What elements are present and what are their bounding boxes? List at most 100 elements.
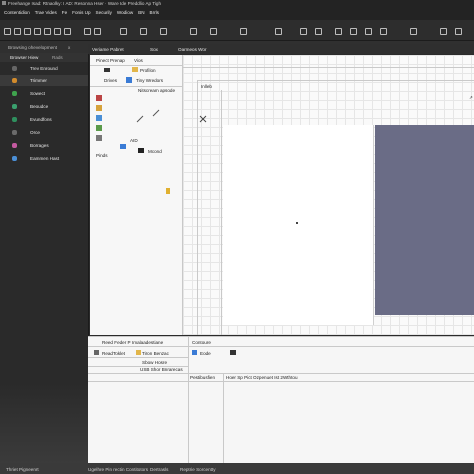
list-item[interactable]: Sowect xyxy=(0,88,88,99)
link-icon xyxy=(152,109,160,117)
cross-icon xyxy=(199,115,207,123)
list-item-label: Borrages xyxy=(30,143,49,148)
list-icon xyxy=(192,350,197,355)
divider xyxy=(223,373,224,464)
toolbar-icon[interactable] xyxy=(84,28,91,35)
toolbar-icon[interactable] xyxy=(315,28,322,35)
toolbar-icon[interactable] xyxy=(380,28,387,35)
menu-item[interactable]: BN xyxy=(138,10,144,17)
list-item[interactable]: Eammen Hast xyxy=(0,153,88,164)
toolbar-icon[interactable] xyxy=(300,28,307,35)
left-panel: Browser Hiew Rads Trev Enround Trimmer S… xyxy=(0,53,89,463)
divider xyxy=(188,337,189,464)
title-bar: Freehange Isad: Rtnaolky: I AD: Resonna … xyxy=(0,0,474,20)
tab-oarmeos[interactable]: Oarmeos Wor xyxy=(178,47,207,52)
toolbar-icon[interactable] xyxy=(240,28,247,35)
artboard[interactable] xyxy=(223,125,374,325)
tab-browser-view[interactable]: Browser Hiew xyxy=(10,55,38,60)
divider xyxy=(88,373,474,374)
row-label[interactable]: Tiron Benzac xyxy=(142,351,169,356)
file-icon xyxy=(96,125,102,131)
tree-row-label[interactable]: Drives xyxy=(104,78,117,83)
toolbar-icon[interactable] xyxy=(275,28,282,35)
toolbar-icon[interactable] xyxy=(140,28,147,35)
toolbar-icon[interactable] xyxy=(210,28,217,35)
file-icon xyxy=(138,148,144,153)
tab-sox[interactable]: Sox xyxy=(150,47,158,52)
tree-row-label[interactable]: Tiny Wredors xyxy=(136,78,163,83)
toolbar-icon[interactable] xyxy=(94,28,101,35)
app-icon xyxy=(2,1,6,5)
list-item-label: Trimmer xyxy=(30,78,47,83)
toolbar-icon[interactable] xyxy=(365,28,372,35)
row-label: Hoer Sp Pict Ozpenuet Ist 2Wthtou xyxy=(226,375,298,380)
toolbar-icon[interactable] xyxy=(4,28,11,35)
tab-veriame[interactable]: Veriame Pabret xyxy=(92,47,124,52)
list-item[interactable]: Orce xyxy=(0,127,88,138)
toolbar-icon[interactable] xyxy=(160,28,167,35)
list-item-label: Trev Enround xyxy=(30,66,58,71)
toolbar-icon[interactable] xyxy=(64,28,71,35)
menu-item[interactable]: Contentidion xyxy=(4,10,30,17)
divider xyxy=(88,357,188,358)
toolbar-icon[interactable] xyxy=(24,28,31,35)
canvas[interactable]: Inlleb ↗ xyxy=(183,55,474,335)
menu-item[interactable]: Trae Vides xyxy=(35,10,57,17)
toolbar-icon[interactable] xyxy=(190,28,197,35)
row-label[interactable]: USB Shor Bnrarecas xyxy=(140,367,183,372)
status-item: Dertrasls xyxy=(150,467,169,472)
expand-icon[interactable]: ↗ xyxy=(469,95,473,100)
toolbar-icon[interactable] xyxy=(335,28,342,35)
item-icon xyxy=(12,78,17,83)
row-label[interactable]: ReadToklet xyxy=(102,351,125,356)
toolbar-icon[interactable] xyxy=(440,28,447,35)
toolbar-icon[interactable] xyxy=(410,28,417,35)
toolbar-icon[interactable] xyxy=(34,28,41,35)
tree-row-label[interactable]: Nitscream apsode xyxy=(138,88,175,93)
list-icon xyxy=(230,350,236,355)
toolbar-icon[interactable] xyxy=(455,28,462,35)
menu-item[interactable]: Wodiow xyxy=(117,10,133,17)
cursor-icon xyxy=(166,188,170,194)
toolbar-icon[interactable] xyxy=(14,28,21,35)
project-tab-views[interactable]: Vios xyxy=(134,58,143,63)
toolbar-icon[interactable] xyxy=(350,28,357,35)
list-item[interactable]: Beoudce xyxy=(0,101,88,112)
menu-item[interactable]: Securily xyxy=(96,10,112,17)
menu-item[interactable]: Fonis Up xyxy=(72,10,90,17)
toolbar-icon[interactable] xyxy=(44,28,51,35)
tree-row-label[interactable]: Profilon xyxy=(140,68,156,73)
footer-label: AID xyxy=(130,138,138,143)
menu-item[interactable]: Brrls xyxy=(150,10,159,17)
tab-reed-feder[interactable]: Reed Feder P xyxy=(102,340,131,345)
panel-tabs: Veriame Pabret Sox Oarmeos Wor xyxy=(88,44,474,54)
status-item: Reptrie Sorcentty xyxy=(180,467,216,472)
file-icon xyxy=(120,144,126,149)
item-icon xyxy=(12,156,17,161)
subtoolbar-label: Browsing ohevelopment xyxy=(8,45,58,50)
ruler-left xyxy=(221,90,222,335)
toolbar-icon[interactable] xyxy=(104,68,110,72)
file-icon xyxy=(96,105,102,111)
menu-item[interactable]: Fe xyxy=(62,10,67,17)
item-icon xyxy=(12,130,17,135)
tab-rads[interactable]: Rads xyxy=(52,55,63,60)
list-item[interactable]: Trev Enround xyxy=(0,63,88,74)
tab-contoure[interactable]: Contoure xyxy=(192,340,211,345)
row-label[interactable]: Sbow Hosre xyxy=(142,360,167,365)
row-label[interactable]: Eode xyxy=(200,351,211,356)
folder-icon xyxy=(132,67,138,72)
tab-imala[interactable]: Imalaadestiane xyxy=(132,340,163,345)
footer-label: Pinds xyxy=(96,153,108,158)
menu-bar: Contentidion Trae Vides Fe Fonis Up Secu… xyxy=(4,10,159,17)
list-item[interactable]: Evundfons xyxy=(0,114,88,125)
toolbar-icon[interactable] xyxy=(54,28,61,35)
project-panel: Pinect Prenap Vios Profilon Drives Tiny … xyxy=(90,55,183,335)
list-item[interactable]: Borrages xyxy=(0,140,88,151)
list-item[interactable]: Trimmer xyxy=(0,75,88,86)
list-item-label: Evundfons xyxy=(30,117,52,122)
image-placeholder[interactable] xyxy=(375,125,474,315)
toolbar-icon[interactable] xyxy=(120,28,127,35)
close-icon[interactable]: x xyxy=(68,45,70,50)
item-icon xyxy=(12,66,17,71)
